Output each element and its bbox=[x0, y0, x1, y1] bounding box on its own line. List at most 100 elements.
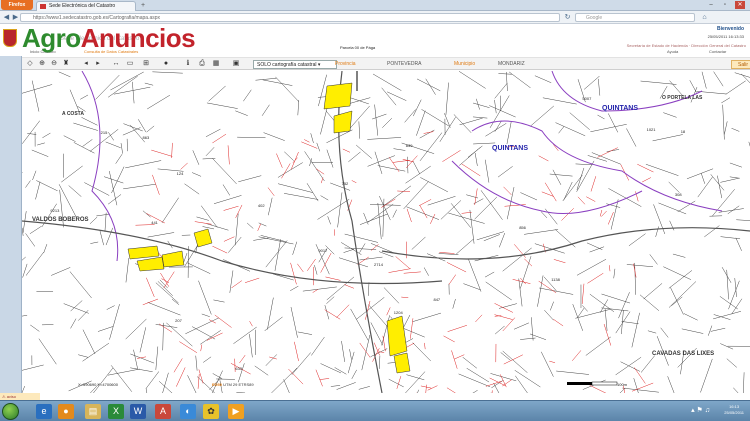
ie-icon[interactable]: e bbox=[36, 404, 52, 419]
pan-left-icon[interactable]: ◇ bbox=[26, 60, 34, 68]
parcel-line bbox=[370, 243, 395, 254]
layer-select[interactable]: SOLO cartografía catastral ▾ bbox=[253, 60, 337, 69]
binoculars-icon[interactable]: ♜ bbox=[62, 60, 70, 68]
parcel-line bbox=[613, 268, 616, 279]
parcel-number: 1021 bbox=[646, 127, 656, 133]
selected-parcel bbox=[136, 256, 165, 272]
parcel-number: 402 bbox=[257, 203, 265, 209]
parcel-line bbox=[655, 226, 659, 237]
subparcel-line bbox=[173, 358, 183, 373]
contact-link[interactable]: Contactar bbox=[709, 49, 726, 54]
map-canvas[interactable] bbox=[22, 71, 750, 393]
salir-button[interactable]: Salir bbox=[731, 60, 750, 69]
parcel-line bbox=[576, 258, 607, 276]
parcel-line bbox=[485, 123, 507, 137]
word-icon[interactable]: W bbox=[130, 404, 146, 419]
subparcel-line bbox=[212, 133, 227, 144]
parcel-line bbox=[393, 148, 406, 151]
parcel-line bbox=[147, 94, 171, 110]
subparcel-line bbox=[392, 160, 410, 163]
new-tab-button[interactable]: + bbox=[139, 2, 147, 10]
parcel-line bbox=[125, 318, 147, 340]
subparcel-line bbox=[325, 276, 341, 281]
parcel-line bbox=[421, 109, 450, 127]
tab-catastro[interactable]: Sede Electrónica del Catastro bbox=[36, 1, 136, 11]
parcel-line bbox=[734, 278, 737, 297]
subparcel-line bbox=[446, 262, 467, 273]
next-view-icon[interactable]: ▸ bbox=[94, 60, 102, 68]
parcel-line bbox=[42, 132, 51, 138]
help-link[interactable]: Ayuda bbox=[667, 49, 678, 54]
cadastral-map[interactable]: QUINTANS QUINTANS VALDOS BOBEROS CAVADAS… bbox=[22, 71, 750, 393]
user-welcome: Bienvenido bbox=[717, 26, 744, 32]
parcel-line bbox=[550, 301, 554, 311]
grid-icon[interactable]: ▦ bbox=[212, 60, 220, 68]
back-arrow-icon[interactable]: ◀ bbox=[2, 13, 11, 22]
parcel-line bbox=[537, 275, 544, 307]
parcel-line bbox=[505, 71, 508, 92]
parcel-line bbox=[404, 109, 416, 123]
parcel-line bbox=[205, 128, 221, 138]
previous-view-icon[interactable]: ◂ bbox=[82, 60, 90, 68]
media-icon[interactable]: ▶ bbox=[228, 404, 244, 419]
maximize-button[interactable]: ▫ bbox=[720, 1, 730, 9]
parcel-line bbox=[383, 287, 400, 304]
parcel-line bbox=[84, 182, 110, 196]
area-icon[interactable]: ▭ bbox=[126, 60, 134, 68]
minimize-button[interactable]: – bbox=[706, 1, 716, 9]
parcel-line bbox=[109, 304, 120, 340]
reload-icon[interactable]: ↻ bbox=[563, 13, 572, 22]
zoom-in-icon[interactable]: ⊕ bbox=[38, 60, 46, 68]
home-icon[interactable]: ⌂ bbox=[700, 13, 709, 22]
globe-icon[interactable]: ● bbox=[162, 60, 170, 68]
firefox-menu-button[interactable]: Firefox bbox=[1, 0, 33, 10]
parcel-line bbox=[392, 209, 397, 218]
parcel-number: 856 bbox=[519, 225, 526, 231]
search-input[interactable]: Google bbox=[575, 13, 695, 22]
folder-icon[interactable]: ▤ bbox=[85, 404, 101, 419]
forward-arrow-icon[interactable]: ▶ bbox=[11, 13, 20, 22]
subparcel-line bbox=[320, 252, 332, 273]
browser-tab-bar: Firefox Sede Electrónica del Catastro + … bbox=[0, 0, 750, 11]
parcel-line bbox=[249, 334, 253, 358]
place-label: QUINTANS bbox=[602, 105, 639, 112]
subparcel-line bbox=[494, 303, 514, 313]
subparcel-line bbox=[581, 283, 585, 304]
parcel-line bbox=[529, 333, 547, 340]
start-button[interactable] bbox=[2, 403, 19, 420]
parcel-line bbox=[268, 197, 273, 216]
identify-icon[interactable]: ℹ bbox=[184, 60, 192, 68]
parcel-line bbox=[222, 184, 231, 196]
parcel-line bbox=[22, 211, 27, 233]
parcel-line bbox=[22, 364, 44, 371]
parcel-line bbox=[198, 280, 212, 315]
parcel-line bbox=[452, 298, 456, 309]
subparcel-line bbox=[194, 221, 212, 225]
parcel-line bbox=[631, 312, 640, 348]
layers-icon[interactable]: ▣ bbox=[232, 60, 240, 68]
measure-icon[interactable]: ⊞ bbox=[142, 60, 150, 68]
print-icon[interactable]: ⎙ bbox=[198, 60, 206, 68]
parcel-line bbox=[349, 349, 352, 360]
excel-icon[interactable]: X bbox=[108, 404, 124, 419]
parcel-line bbox=[736, 219, 750, 221]
notification-bar[interactable]: ⚠ aviso bbox=[0, 393, 40, 400]
app-icon[interactable]: ✿ bbox=[203, 404, 219, 419]
distance-icon[interactable]: ↔ bbox=[112, 60, 120, 68]
parcel-line bbox=[196, 216, 209, 221]
system-tray[interactable]: ▴ ⚑ ♫ bbox=[691, 406, 710, 414]
parcel-line bbox=[718, 208, 744, 213]
zoom-out-icon[interactable]: ⊖ bbox=[50, 60, 58, 68]
subparcel-line bbox=[549, 360, 556, 363]
network-icon[interactable]: ◐ bbox=[180, 404, 196, 419]
parcel-number: 124 bbox=[176, 170, 184, 176]
close-window-button[interactable]: ✕ bbox=[735, 1, 745, 9]
address-bar[interactable]: https://www1.sedecatastro.gob.es/Cartogr… bbox=[20, 13, 560, 22]
parcel-line bbox=[130, 367, 153, 372]
clock[interactable]: 16:13 25/05/2011 bbox=[724, 404, 744, 416]
parcel-line bbox=[419, 132, 443, 162]
parcel-line bbox=[68, 185, 82, 197]
acrobat-icon[interactable]: A bbox=[155, 404, 171, 419]
subparcel-line bbox=[142, 298, 159, 306]
firefox-icon[interactable]: ● bbox=[58, 404, 74, 419]
